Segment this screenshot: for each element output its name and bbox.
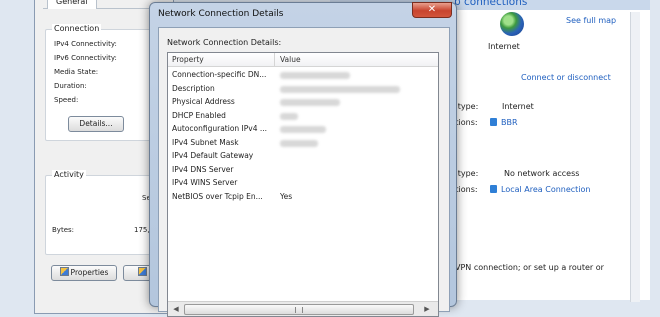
bytes-sent-value: 175, [134, 226, 150, 234]
value-cell: Yes [280, 191, 293, 201]
redacted-value [280, 112, 298, 120]
list-row[interactable]: NetBIOS over Tcpip En... Yes [168, 191, 438, 205]
list-row[interactable]: Autoconfiguration IPv4 ... [168, 123, 438, 137]
signal-bars-icon [490, 118, 497, 126]
network-adapter-icon [490, 185, 497, 193]
properties-button-label: Properties [70, 268, 109, 277]
property-cell: IPv4 DNS Server [172, 164, 234, 174]
dialog-title: Network Connection Details [158, 9, 284, 19]
list-row[interactable]: IPv4 WINS Server [168, 177, 438, 191]
network-connection-details-dialog: Network Connection Details ✕ Network Con… [149, 2, 457, 317]
shield-icon [137, 267, 147, 276]
close-button[interactable]: ✕ [412, 2, 452, 18]
connection-link-local-area[interactable]: Local Area Connection [490, 185, 591, 194]
horizontal-scrollbar[interactable]: ◀ ▶ [168, 301, 438, 316]
media-state-label: Media State: [54, 68, 99, 76]
connection-group: Connection IPv4 Connectivity: IPv6 Conne… [45, 24, 159, 141]
access-type-value: No network access [504, 169, 580, 178]
activity-group-title: Activity [52, 170, 86, 179]
scroll-left-arrow-icon[interactable]: ◀ [169, 304, 183, 315]
property-cell: IPv4 Subnet Mask [172, 137, 239, 147]
column-divider[interactable] [274, 53, 275, 67]
property-cell: Connection-specific DN... [172, 70, 267, 79]
grip-icon [295, 307, 303, 313]
column-header-value[interactable]: Value [280, 55, 301, 64]
redacted-value [280, 139, 318, 147]
dialog-body: Network Connection Details: Property Val… [158, 27, 450, 317]
ipv6-connectivity-label: IPv6 Connectivity: [54, 54, 117, 62]
list-row[interactable]: Physical Address [168, 96, 438, 110]
list-row[interactable]: IPv4 DNS Server [168, 164, 438, 178]
activity-group: Activity Se Bytes: 175, [45, 170, 159, 255]
property-cell: IPv4 WINS Server [172, 178, 238, 187]
redacted-value [280, 126, 326, 133]
vpn-setup-text: VPN connection; or set up a router or [455, 263, 604, 272]
internet-label: Internet [488, 42, 520, 51]
bytes-label: Bytes: [52, 226, 75, 234]
property-cell: Autoconfiguration IPv4 ... [172, 124, 268, 133]
connect-disconnect-link[interactable]: Connect or disconnect [521, 73, 611, 82]
list-header: Property Value [168, 53, 438, 67]
list-row[interactable]: DHCP Enabled [168, 110, 438, 124]
list-row[interactable]: IPv4 Default Gateway [168, 150, 438, 164]
shield-icon [59, 267, 69, 276]
connection-link-local-area-label: Local Area Connection [501, 185, 591, 194]
property-cell: NetBIOS over Tcpip En... [172, 191, 263, 201]
access-type-value: Internet [502, 102, 534, 111]
close-icon: ✕ [427, 4, 437, 15]
see-full-map-link[interactable]: See full map [566, 16, 616, 25]
redacted-value [280, 72, 350, 79]
property-cell: Physical Address [172, 97, 235, 106]
redacted-value [280, 85, 400, 93]
properties-button[interactable]: Properties [51, 265, 117, 281]
list-row[interactable]: Connection-specific DN... [168, 69, 438, 83]
map-heading: p connections [454, 0, 528, 8]
scroll-thumb[interactable] [184, 304, 414, 315]
internet-globe-icon[interactable] [500, 12, 524, 36]
vertical-scrollbar[interactable] [630, 12, 640, 302]
list-row[interactable]: IPv4 Subnet Mask [168, 137, 438, 151]
connection-group-title: Connection [52, 24, 102, 33]
details-section-label: Network Connection Details: [167, 38, 282, 47]
details-list[interactable]: Property Value Connection-specific DN...… [167, 52, 439, 317]
speed-label: Speed: [54, 96, 79, 104]
property-cell: DHCP Enabled [172, 110, 226, 120]
property-cell: Description [172, 83, 215, 93]
details-button[interactable]: Details... [68, 116, 124, 132]
ipv4-connectivity-label: IPv4 Connectivity: [54, 40, 117, 48]
list-row[interactable]: Description [168, 83, 438, 97]
scroll-right-arrow-icon[interactable]: ▶ [420, 304, 434, 315]
connection-link-bbr-label: BBR [501, 118, 518, 127]
property-cell: IPv4 Default Gateway [172, 151, 254, 160]
redacted-value [280, 99, 340, 106]
duration-label: Duration: [54, 82, 87, 90]
connection-link-bbr[interactable]: BBR [490, 118, 518, 127]
tab-general[interactable]: General [47, 0, 97, 9]
column-header-property[interactable]: Property [172, 55, 204, 64]
